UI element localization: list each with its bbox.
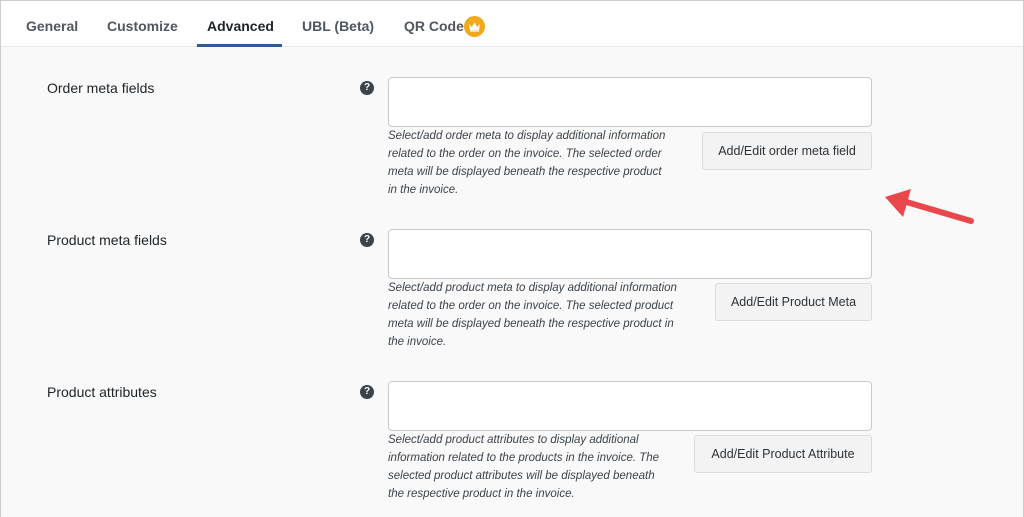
order-meta-fields-input[interactable]	[388, 77, 872, 127]
product-meta-fields-description: Select/add product meta to display addit…	[388, 282, 677, 348]
add-edit-product-meta-button[interactable]: Add/Edit Product Meta	[715, 283, 872, 321]
product-meta-fields-label: Product meta fields	[47, 232, 167, 248]
product-attributes-input[interactable]	[388, 381, 872, 431]
red-arrow-icon	[885, 189, 974, 224]
crown-icon	[464, 16, 485, 37]
product-meta-fields-input[interactable]	[388, 229, 872, 279]
advanced-settings-content: Order meta fields ? Select/add order met…	[1, 47, 1023, 517]
order-meta-fields-label: Order meta fields	[47, 80, 155, 96]
help-icon[interactable]: ?	[360, 385, 374, 399]
add-edit-order-meta-field-button[interactable]: Add/Edit order meta field	[702, 132, 872, 170]
order-meta-fields-description: Select/add order meta to display additio…	[388, 130, 666, 196]
tab-customize[interactable]: Customize	[107, 18, 178, 34]
product-attributes-description: Select/add product attributes to display…	[388, 434, 660, 500]
tab-advanced[interactable]: Advanced	[207, 18, 274, 34]
tab-bar: General Customize Advanced UBL (Beta) QR…	[1, 1, 1023, 47]
add-edit-product-attribute-button[interactable]: Add/Edit Product Attribute	[694, 435, 872, 473]
tab-ubl-beta[interactable]: UBL (Beta)	[302, 18, 374, 34]
tab-general[interactable]: General	[26, 18, 78, 34]
tab-qr-code[interactable]: QR Code	[404, 18, 464, 34]
help-icon[interactable]: ?	[360, 233, 374, 247]
help-icon[interactable]: ?	[360, 81, 374, 95]
product-attributes-label: Product attributes	[47, 384, 157, 400]
settings-panel: General Customize Advanced UBL (Beta) QR…	[0, 0, 1024, 517]
